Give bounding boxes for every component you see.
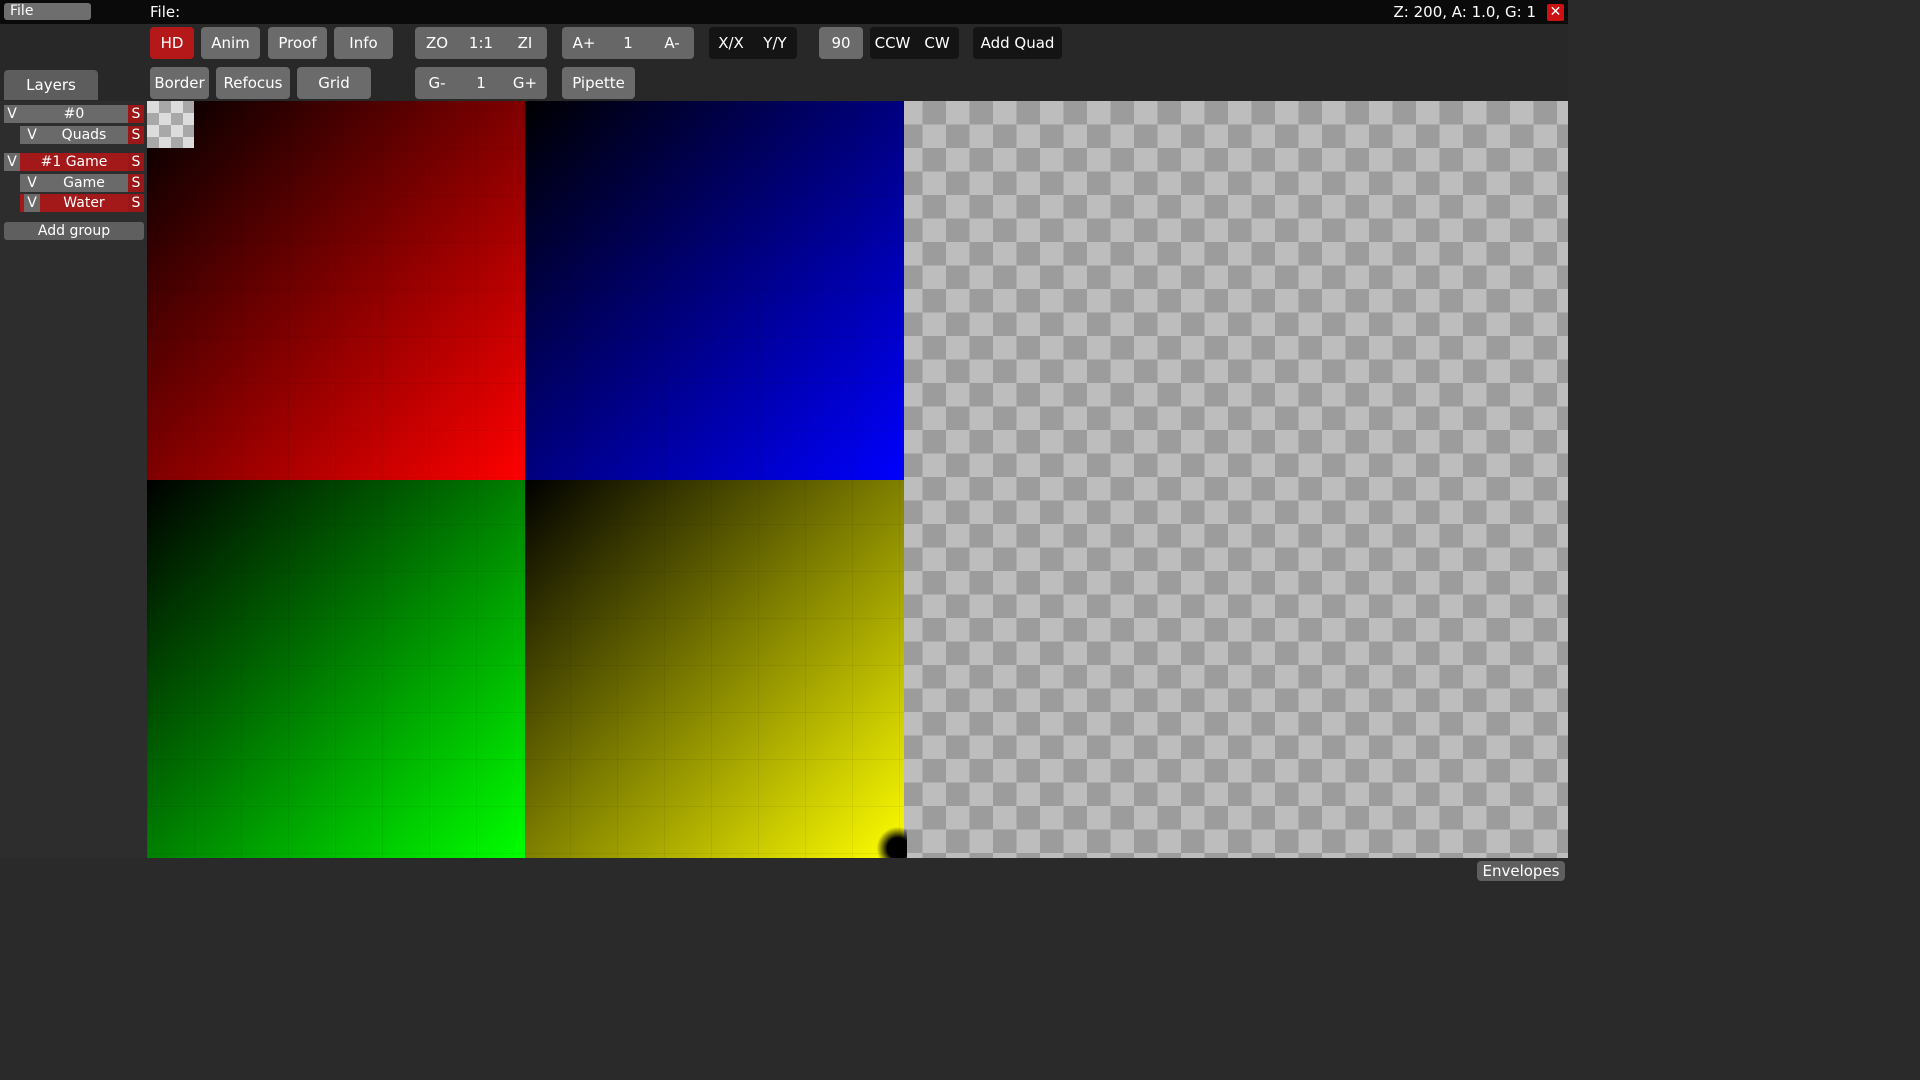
rotate-ccw-button[interactable]: CCW	[870, 27, 915, 59]
solo-toggle[interactable]: S	[128, 153, 144, 171]
menu-bar	[0, 0, 1568, 24]
anim-speed-value: 1	[623, 34, 633, 52]
add-quad-button[interactable]: Add Quad	[973, 27, 1062, 59]
grid-decrease-button[interactable]: G-	[415, 67, 459, 99]
pipette-button[interactable]: Pipette	[562, 67, 635, 99]
flip-group: X/X Y/Y	[709, 27, 797, 59]
group-row[interactable]: V #0 S	[4, 105, 144, 123]
solo-toggle[interactable]: S	[128, 194, 144, 212]
proof-button[interactable]: Proof	[268, 27, 327, 59]
zoom-in-button[interactable]: ZI	[503, 27, 547, 59]
file-menu[interactable]: File	[4, 3, 91, 20]
file-name-label: File:	[150, 3, 181, 21]
group-name: #0	[63, 106, 85, 122]
zoom-group: ZO 1:1 ZI	[415, 27, 547, 59]
solo-toggle[interactable]: S	[128, 174, 144, 192]
envelopes-button[interactable]: Envelopes	[1477, 861, 1565, 881]
layer-row[interactable]: V Quads S	[20, 126, 144, 144]
visibility-toggle[interactable]: V	[24, 174, 40, 192]
refocus-button[interactable]: Refocus	[216, 67, 290, 99]
grid-factor-group: G- 1 G+	[415, 67, 547, 99]
layer-name: Water	[63, 195, 105, 211]
rotate-cw-button[interactable]: CW	[915, 27, 959, 59]
layer-row[interactable]: V Game S	[20, 174, 144, 192]
group-row[interactable]: V #1 Game S	[4, 153, 144, 171]
quad-grid-overlay	[147, 101, 904, 858]
status-bar	[0, 858, 1568, 882]
layer-name: Quads	[61, 127, 107, 143]
solo-toggle[interactable]: S	[128, 105, 144, 123]
anim-faster-button[interactable]: A+	[562, 27, 606, 59]
anim-slower-button[interactable]: A-	[650, 27, 694, 59]
grid-factor-value: 1	[476, 74, 486, 92]
zoom-out-button[interactable]: ZO	[415, 27, 459, 59]
rotate-group: CCW CW	[870, 27, 959, 59]
visibility-toggle[interactable]: V	[24, 194, 40, 212]
group-name: #1 Game	[40, 154, 108, 170]
tab-layers[interactable]: Layers	[4, 70, 98, 100]
flip-x-button[interactable]: X/X	[709, 27, 753, 59]
hd-button[interactable]: HD	[150, 27, 194, 59]
anim-speed-group: A+ 1 A-	[562, 27, 694, 59]
editor-canvas[interactable]	[147, 101, 1568, 858]
layers-panel	[0, 101, 147, 858]
visibility-toggle[interactable]: V	[4, 153, 20, 171]
border-button[interactable]: Border	[150, 67, 209, 99]
rotate-angle-field[interactable]: 90	[819, 27, 863, 59]
tile-preview	[147, 101, 194, 148]
layer-name: Game	[63, 175, 105, 191]
grid-increase-button[interactable]: G+	[503, 67, 547, 99]
close-icon[interactable]: ✕	[1547, 4, 1564, 21]
visibility-toggle[interactable]: V	[4, 105, 20, 123]
visibility-toggle[interactable]: V	[24, 126, 40, 144]
info-button[interactable]: Info	[334, 27, 393, 59]
solo-toggle[interactable]: S	[128, 126, 144, 144]
quad-corner-handle[interactable]	[877, 826, 907, 858]
layer-row[interactable]: V Water S	[20, 194, 144, 212]
anim-button[interactable]: Anim	[201, 27, 260, 59]
add-group-button[interactable]: Add group	[4, 222, 144, 240]
status-readout: Z: 200, A: 1.0, G: 1	[1393, 3, 1536, 21]
zoom-reset-button[interactable]: 1:1	[459, 27, 503, 59]
flip-y-button[interactable]: Y/Y	[753, 27, 797, 59]
grid-button[interactable]: Grid	[297, 67, 371, 99]
